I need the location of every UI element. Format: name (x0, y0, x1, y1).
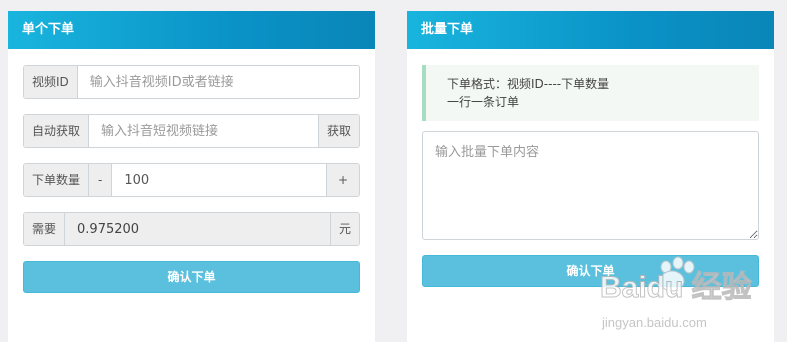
increment-button[interactable]: + (325, 164, 359, 196)
video-id-label: 视频ID (24, 66, 78, 98)
batch-content-textarea[interactable] (422, 131, 759, 240)
video-id-input[interactable] (77, 66, 359, 98)
format-hint-line2: 一行一条订单 (447, 95, 520, 109)
cost-label: 需要 (24, 213, 66, 245)
video-id-group: 视频ID (23, 65, 360, 99)
format-hint: 下单格式：视频ID----下单数量 一行一条订单 (422, 65, 759, 121)
cost-field (65, 213, 330, 245)
format-hint-line1: 下单格式：视频ID----下单数量 (447, 77, 610, 91)
quantity-input[interactable] (112, 164, 326, 196)
quantity-stepper: 下单数量 - + (23, 163, 360, 197)
auto-fetch-group: 自动获取 获取 (23, 114, 360, 148)
quantity-label: 下单数量 (24, 164, 90, 196)
batch-order-title: 批量下单 (407, 11, 774, 49)
cost-group: 需要 元 (23, 212, 360, 246)
batch-order-panel: 批量下单 下单格式：视频ID----下单数量 一行一条订单 确认下单 (407, 11, 774, 342)
decrement-button[interactable]: - (89, 164, 113, 196)
batch-confirm-button[interactable]: 确认下单 (422, 255, 759, 287)
single-order-panel: 单个下单 视频ID 自动获取 获取 下单数量 - + 需要 元 确认下单 (8, 11, 375, 342)
single-confirm-button[interactable]: 确认下单 (23, 261, 360, 293)
currency-label: 元 (329, 213, 359, 245)
video-link-input[interactable] (89, 115, 318, 147)
fetch-button[interactable]: 获取 (317, 115, 359, 147)
single-order-title: 单个下单 (8, 11, 375, 49)
auto-fetch-label: 自动获取 (24, 115, 90, 147)
